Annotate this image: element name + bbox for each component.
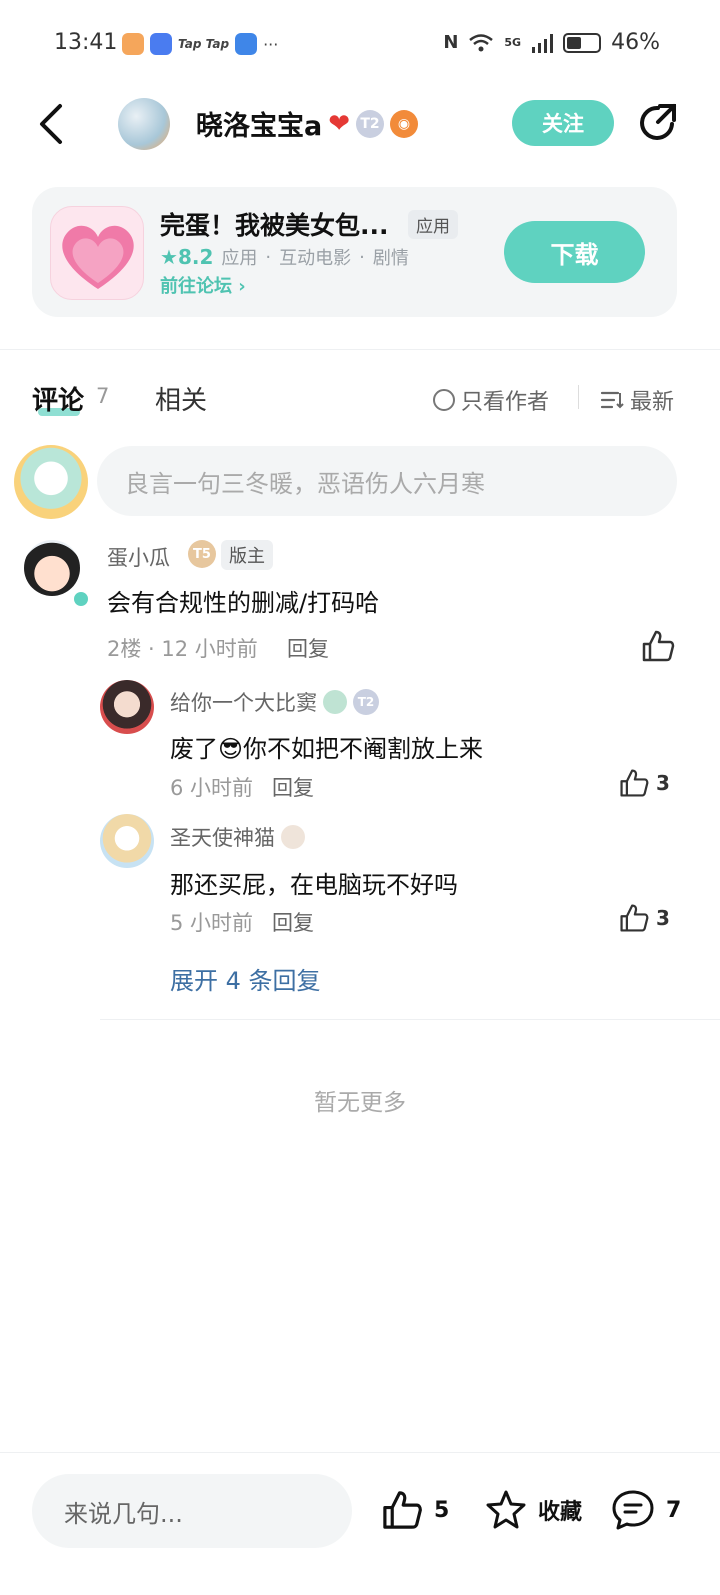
favorite-label: 收藏 bbox=[538, 1500, 583, 1525]
reply-button[interactable]: 回复 bbox=[272, 772, 314, 802]
game-icon[interactable] bbox=[50, 206, 144, 300]
rating-value: 8.2 bbox=[177, 245, 214, 269]
battery-level: 46% bbox=[611, 30, 660, 55]
level-badge: T2 bbox=[356, 109, 385, 138]
author-avatar[interactable] bbox=[118, 98, 170, 150]
avatar-frame-icon bbox=[281, 825, 305, 849]
more-notifications-icon: ··· bbox=[263, 34, 279, 54]
comment-count-bottom: 7 bbox=[666, 1497, 682, 1523]
reply-time: 6 小时前 bbox=[170, 776, 254, 800]
status-system-icons: N 5G 46% bbox=[443, 30, 660, 55]
rating: ★8.2 bbox=[160, 245, 213, 269]
radio-icon bbox=[433, 389, 455, 411]
game-badge-icon: ◉ bbox=[390, 109, 419, 138]
expand-replies-link[interactable]: 展开 4 条回复 bbox=[170, 961, 321, 996]
only-author-toggle[interactable]: 只看作者 bbox=[433, 384, 549, 416]
tab-related[interactable]: 相关 bbox=[155, 380, 207, 417]
game-type-tag: 应用 bbox=[408, 210, 458, 239]
comment-icon bbox=[612, 1490, 654, 1530]
star-icon: ★ bbox=[160, 245, 178, 269]
heart-logo-icon bbox=[62, 225, 134, 289]
game-meta: ★8.2 应用 · 互动电影 · 剧情 bbox=[160, 245, 409, 269]
reply-avatar[interactable] bbox=[100, 814, 154, 868]
nfc-icon: N bbox=[443, 32, 459, 53]
network-label: 5G bbox=[504, 36, 522, 49]
share-button[interactable] bbox=[636, 102, 678, 144]
author-name-row[interactable]: 晓洛宝宝a ❤ T2 ◉ bbox=[196, 104, 419, 143]
reply-header: 圣天使神猫 bbox=[170, 822, 305, 852]
avatar-frame-icon bbox=[323, 690, 347, 714]
wifi-icon bbox=[469, 33, 494, 51]
level-badge: T5 bbox=[188, 540, 216, 568]
no-more-label: 暂无更多 bbox=[314, 1090, 406, 1116]
star-icon bbox=[486, 1490, 526, 1529]
commenter-name[interactable]: 蛋小瓜 bbox=[107, 542, 170, 572]
status-time: 13:41 bbox=[54, 30, 118, 55]
separator bbox=[578, 385, 579, 409]
like-icon bbox=[620, 769, 649, 797]
forum-link-label: 前往论坛 bbox=[160, 276, 232, 297]
like-count: 3 bbox=[656, 771, 670, 795]
post-like-count: 5 bbox=[434, 1497, 450, 1523]
divider bbox=[100, 1019, 720, 1020]
category-1: 应用 bbox=[221, 248, 258, 269]
only-author-label: 只看作者 bbox=[461, 390, 550, 415]
like-count: 3 bbox=[656, 906, 670, 930]
reply-text: 废了😎你不如把不阉割放上来 bbox=[170, 735, 484, 763]
comment-count: 7 bbox=[96, 384, 110, 408]
reply-time: 5 小时前 bbox=[170, 911, 254, 935]
divider bbox=[0, 349, 720, 350]
download-button[interactable]: 下载 bbox=[504, 221, 645, 283]
signal-icon bbox=[532, 33, 554, 53]
commenter-avatar[interactable] bbox=[24, 540, 80, 596]
verified-icon bbox=[72, 590, 90, 608]
weather-icon bbox=[235, 33, 258, 55]
reply-button[interactable]: 回复 bbox=[272, 907, 314, 937]
follow-button[interactable]: 关注 bbox=[512, 100, 614, 146]
comment-text: 会有合规性的删减/打码哈 bbox=[107, 589, 380, 617]
category-2: 互动电影 bbox=[279, 248, 352, 269]
reply-text: 那还买屁，在电脑玩不好吗 bbox=[170, 871, 458, 899]
like-button[interactable]: 3 bbox=[618, 767, 670, 799]
forum-link[interactable]: 前往论坛 › bbox=[160, 272, 246, 298]
author-name: 晓洛宝宝a bbox=[196, 111, 323, 142]
sort-button[interactable]: 最新 bbox=[600, 384, 674, 416]
status-app-icons: Tap Tap ··· bbox=[122, 33, 278, 55]
like-icon[interactable] bbox=[640, 628, 676, 664]
comment-input[interactable]: 良言一句三冬暖，恶语伤人六月寒 bbox=[97, 446, 677, 516]
like-icon bbox=[383, 1491, 422, 1529]
post-like-button[interactable]: 5 bbox=[380, 1488, 449, 1532]
comment-meta: 2楼 · 12 小时前 bbox=[107, 637, 258, 661]
like-icon bbox=[620, 904, 649, 932]
battery-icon bbox=[563, 32, 602, 53]
sort-icon bbox=[600, 391, 624, 409]
my-avatar bbox=[14, 445, 88, 519]
reply-button[interactable]: 回复 bbox=[287, 633, 329, 663]
reply-header: 给你一个大比窦 T2 bbox=[170, 687, 379, 717]
honor-icon bbox=[150, 33, 172, 55]
reply-user[interactable]: 圣天使神猫 bbox=[170, 822, 275, 852]
category-3: 剧情 bbox=[372, 248, 409, 269]
heart-icon: ❤ bbox=[328, 108, 351, 139]
favorite-button[interactable]: 收藏 bbox=[484, 1488, 582, 1532]
taptap-icon: Tap Tap bbox=[178, 37, 230, 51]
tab-comments[interactable]: 评论 bbox=[32, 380, 84, 417]
chevron-right-icon: › bbox=[238, 276, 246, 297]
like-button[interactable]: 3 bbox=[618, 902, 670, 934]
moderator-badge: 版主 bbox=[221, 540, 273, 570]
back-button[interactable] bbox=[32, 100, 72, 148]
taobao-icon bbox=[122, 33, 144, 55]
comments-button[interactable]: 7 bbox=[610, 1488, 681, 1532]
reply-user[interactable]: 给你一个大比窦 bbox=[170, 687, 317, 717]
bottom-comment-input[interactable]: 来说几句... bbox=[32, 1474, 352, 1548]
reply-avatar[interactable] bbox=[100, 680, 154, 734]
divider bbox=[0, 1452, 720, 1453]
sort-label: 最新 bbox=[630, 390, 675, 415]
level-badge: T2 bbox=[353, 689, 379, 715]
game-title[interactable]: 完蛋！我被美女包... bbox=[160, 206, 389, 242]
